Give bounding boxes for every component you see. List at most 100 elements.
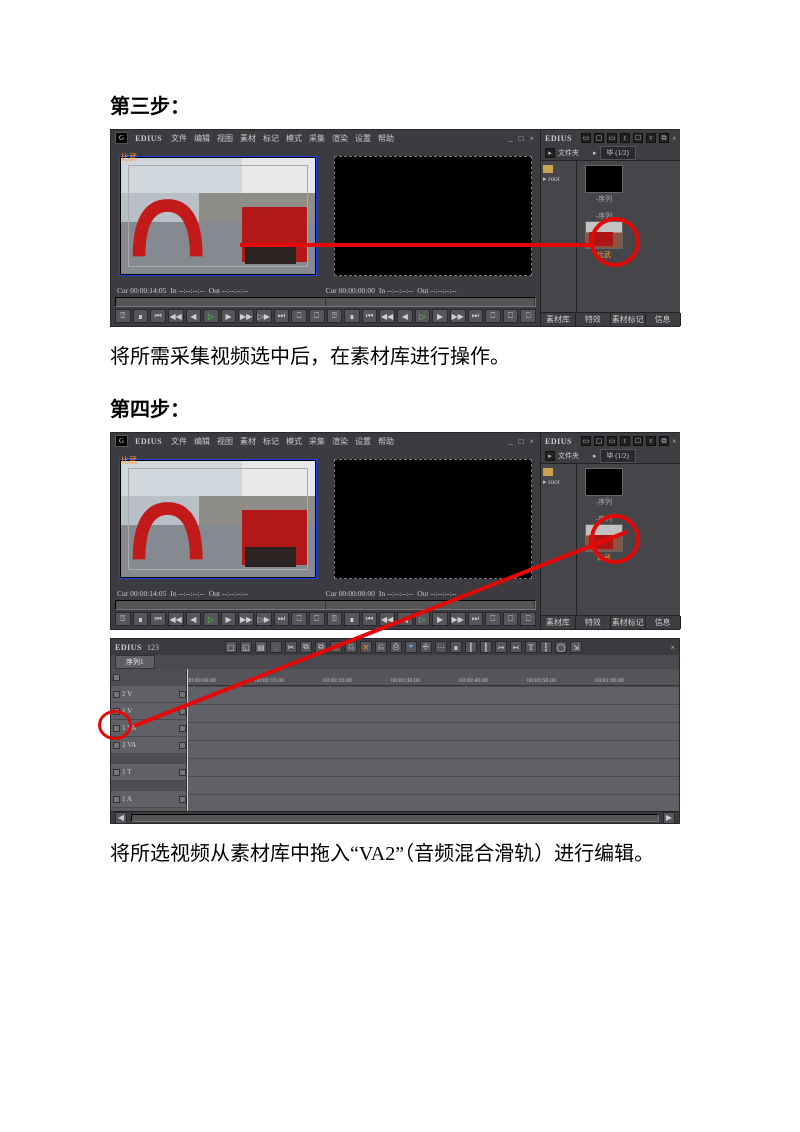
src-btn-10[interactable]: ⎕ [291,309,307,323]
src-btn-11[interactable]: ⎕ [309,612,325,626]
track-a1[interactable]: 1 A [111,791,186,808]
rec-btn-7[interactable]: ▶▶ [450,309,466,323]
timeline-close-icon[interactable]: × [670,643,675,652]
bin-tool-2[interactable]: ▭ [607,133,617,143]
menu-file[interactable]: 文件 [171,436,187,447]
menu-capture[interactable]: 采集 [309,436,325,447]
bin-thumb-clip[interactable]: -序列 比武 [581,513,627,563]
tl-tool-15[interactable]: ∎ [450,641,462,653]
bin-close-icon[interactable]: × [672,437,677,446]
track-v1[interactable]: 1 V [111,703,186,720]
bin-tool-0[interactable]: ▭ [581,133,591,143]
tl-tool-11[interactable]: ⎙ [390,641,402,653]
rec-btn-6[interactable]: ▶ [432,309,448,323]
tl-tool-3[interactable]: . [270,641,282,653]
menu-render[interactable]: 渲染 [332,436,348,447]
folder-icon[interactable]: ▸ [545,148,555,158]
rec-btn-3[interactable]: ◀◀ [379,309,395,323]
tab-bin[interactable]: 素材库 [541,313,576,326]
tl-tool-9[interactable]: ✕ [360,641,372,653]
src-btn-2[interactable]: ⏮ [150,309,166,323]
src-btn-8[interactable]: ▷▶ [256,612,272,626]
src-btn-6[interactable]: ▶ [221,612,237,626]
src-btn-9[interactable]: ⏭ [274,612,290,626]
tl-tool-19[interactable]: ↢ [510,641,522,653]
src-btn-9[interactable]: ⏭ [274,309,290,323]
rec-btn-0[interactable]: ⍰ [327,612,343,626]
bin-path[interactable]: 毕 (1/2) [600,449,636,463]
rec-btn-1[interactable]: ∎ [344,309,360,323]
menu-capture[interactable]: 采集 [309,133,325,144]
bin-tool-1[interactable]: ▢ [594,436,604,446]
menu-clip[interactable]: 素材 [240,133,256,144]
menu-view[interactable]: 视图 [217,133,233,144]
tl-tool-5[interactable]: ⧉ [300,641,312,653]
rec-btn-10[interactable]: ⎕ [503,612,519,626]
bin-tabs[interactable]: 素材库特效素材标记信息 [541,615,680,629]
tab-effects[interactable]: 特效 [576,313,611,326]
bin-tool-3[interactable]: t [620,436,630,446]
rec-play-button[interactable]: ▷ [415,309,431,323]
menu-file[interactable]: 文件 [171,133,187,144]
folder-icon[interactable]: ▸ [545,451,555,461]
rec-btn-9[interactable]: ⎕ [485,612,501,626]
source-viewer[interactable]: 比武 [111,146,326,284]
tab-markers[interactable]: 素材标记 [611,313,646,326]
tl-tool-8[interactable]: ⎌ [345,641,357,653]
bin-path[interactable]: 毕 (1/2) [600,146,636,160]
bin-tool-6[interactable]: ⧉ [659,436,669,446]
src-btn-1[interactable]: ∎ [133,309,149,323]
src-btn-2[interactable]: ⏮ [150,612,166,626]
playhead[interactable] [187,669,188,811]
bin-tool-5[interactable]: ᴛ [646,436,656,446]
tree-root[interactable]: ▸ root [543,478,574,486]
bin-tool-3[interactable]: t [620,133,630,143]
track-t1[interactable]: 1 T [111,764,186,781]
src-btn-4[interactable]: ◀ [186,309,202,323]
tl-tool-1[interactable]: ◱ [240,641,252,653]
src-btn-7[interactable]: ▶▶ [238,309,254,323]
rec-btn-9[interactable]: ⎕ [485,309,501,323]
tab-info[interactable]: 信息 [646,616,681,629]
record-viewer[interactable] [326,449,541,587]
bin-tool-4[interactable]: ☐ [633,133,643,143]
tl-tool-14[interactable]: ⋯ [435,641,447,653]
tl-tool-10[interactable]: ⎌ [375,641,387,653]
rec-btn-4[interactable]: ◀ [397,612,413,626]
bin-thumb-sequence[interactable]: -序列 [581,468,627,507]
menu-marker[interactable]: 标记 [263,133,279,144]
tl-tool-6[interactable]: ⧉ [315,641,327,653]
rec-btn-11[interactable]: ⎕ [520,612,536,626]
window-controls[interactable]: _ □ × [509,437,536,446]
sequence-tab-bar[interactable]: 序列1 [111,655,679,669]
menu-mode[interactable]: 模式 [286,133,302,144]
timeline-toolbar[interactable]: EDIUS 123 ▢ ◱ ▤ . ✂ ⧉ ⧉ ⌂ ⎌ ✕ ⎌ ⎙ ⏷ ⎆ ⋯ … [111,639,679,655]
menu-render[interactable]: 渲染 [332,133,348,144]
track-va1[interactable]: 1 VA [111,720,186,737]
tl-tool-22[interactable]: ◯ [555,641,567,653]
rec-btn-7[interactable]: ▶▶ [450,612,466,626]
tab-markers[interactable]: 素材标记 [611,616,646,629]
track-v2[interactable]: 2 V [111,686,186,703]
rec-btn-8[interactable]: ⏭ [468,309,484,323]
rec-btn-2[interactable]: ⏮ [362,309,378,323]
src-btn-4[interactable]: ◀ [186,612,202,626]
menu-mode[interactable]: 模式 [286,436,302,447]
time-ruler[interactable]: 00:00:00.0000:00:10.0000:00:20.0000:00:3… [187,669,679,686]
rec-btn-0[interactable]: ⍰ [327,309,343,323]
menu-marker[interactable]: 标记 [263,436,279,447]
src-btn-8[interactable]: ▷▶ [256,309,272,323]
tl-tool-17[interactable]: ┃ [480,641,492,653]
rec-btn-11[interactable]: ⎕ [520,309,536,323]
track-va2[interactable]: 2 VA [111,737,186,754]
scrub-bar[interactable] [115,600,536,610]
menu-bar-2[interactable]: G EDIUS 文件 编辑 视图 素材 标记 模式 采集 渲染 设置 帮助 _ … [111,433,540,449]
rec-btn-4[interactable]: ◀ [397,309,413,323]
bin-tree[interactable]: ▸ root [541,464,577,615]
rec-btn-10[interactable]: ⎕ [503,309,519,323]
tl-tool-4[interactable]: ✂ [285,641,297,653]
rec-btn-2[interactable]: ⏮ [362,612,378,626]
tl-tool-23[interactable]: ⇲ [570,641,582,653]
bin-tool-0[interactable]: ▭ [581,436,591,446]
src-play-button[interactable]: ▷ [203,309,219,323]
